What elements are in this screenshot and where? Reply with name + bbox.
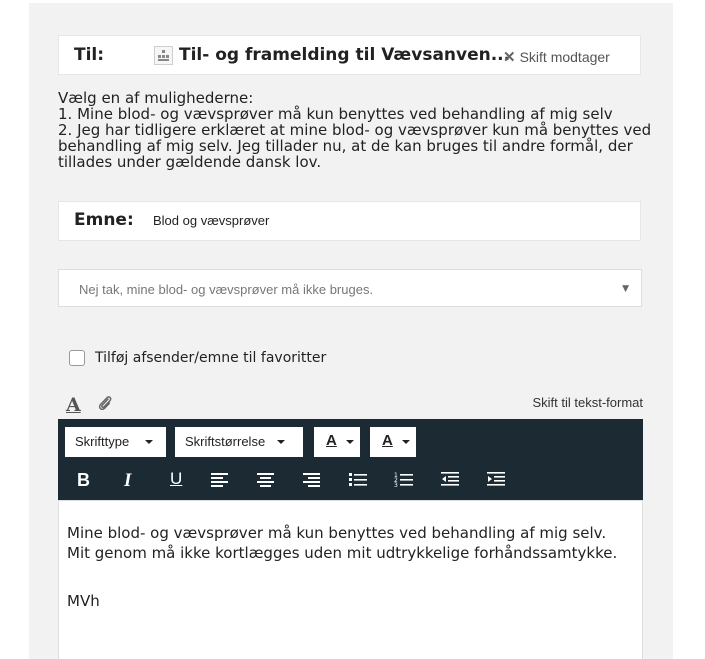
change-recipient-link[interactable]: ✕ Skift modtager	[503, 48, 610, 66]
editor-toolbar: Skrifttype Skriftstørrelse A A B I U 1 2…	[58, 419, 643, 500]
font-size-dropdown[interactable]: Skriftstørrelse	[175, 427, 303, 457]
align-right-button[interactable]	[302, 470, 326, 492]
subject-field[interactable]: Emne: Blod og vævsprøver	[58, 201, 641, 241]
chevron-down-icon: ▼	[622, 284, 629, 294]
font-type-label: Skrifttype	[75, 434, 130, 449]
choice-select[interactable]: Nej tak, mine blod- og vævsprøver må ikk…	[58, 269, 642, 307]
recipient-label: Til:	[74, 45, 105, 65]
caret-down-icon	[402, 440, 410, 444]
message-editor[interactable]: Mine blod- og vævsprøver må kun benyttes…	[58, 500, 643, 659]
text-color-icon: A	[326, 432, 337, 449]
indent-button[interactable]	[486, 470, 510, 492]
favorites-checkbox[interactable]	[69, 350, 85, 366]
instructions-option-1: 1. Mine blod- og vævsprøver må kun benyt…	[58, 105, 613, 123]
text-format-icon[interactable]: A	[66, 394, 81, 416]
outdent-button[interactable]	[440, 470, 464, 492]
font-size-label: Skriftstørrelse	[185, 434, 266, 449]
align-center-icon	[257, 473, 274, 487]
favorites-label: Tilføj afsender/emne til favoritter	[95, 350, 327, 366]
background-color-dropdown[interactable]: A	[370, 427, 416, 457]
organization-icon	[154, 46, 173, 65]
align-right-icon	[303, 473, 320, 487]
bullet-list-button[interactable]	[348, 470, 372, 492]
align-left-icon	[211, 473, 228, 487]
background-color-icon: A	[382, 432, 393, 449]
italic-icon: I	[124, 470, 132, 491]
message-compose-panel: Til: Til- og framelding til Vævsanven...…	[29, 3, 673, 659]
recipient-name: Til- og framelding til Vævsanven...	[179, 45, 511, 65]
align-center-button[interactable]	[256, 470, 280, 492]
numbered-list-button[interactable]: 123	[394, 470, 418, 492]
bold-icon: B	[77, 470, 90, 490]
instructions-text: Vælg en af mulighederne: 1. Mine blod- o…	[58, 90, 658, 170]
align-left-button[interactable]	[210, 470, 234, 492]
underline-button[interactable]: U	[164, 469, 188, 492]
bullet-list-icon	[349, 473, 367, 486]
instructions-option-2: 2. Jeg har tidligere erklæret at mine bl…	[58, 121, 652, 171]
indent-icon	[487, 472, 505, 486]
recipient-field: Til: Til- og framelding til Vævsanven...…	[58, 35, 641, 75]
caret-down-icon	[145, 440, 153, 444]
subject-value[interactable]: Blod og vævsprøver	[153, 213, 269, 228]
numbered-list-icon: 123	[394, 472, 413, 488]
choice-select-value: Nej tak, mine blod- og vævsprøver må ikk…	[79, 282, 374, 297]
italic-button[interactable]: I	[118, 470, 142, 492]
outdent-icon	[441, 472, 459, 486]
subject-label: Emne:	[74, 210, 134, 230]
close-icon: ✕	[503, 49, 516, 66]
switch-text-format-link[interactable]: Skift til tekst-format	[532, 395, 643, 410]
paperclip-icon[interactable]	[97, 394, 113, 412]
message-body-text[interactable]: Mine blod- og vævsprøver må kun benyttes…	[67, 523, 627, 563]
font-type-dropdown[interactable]: Skrifttype	[65, 427, 166, 457]
change-recipient-label: Skift modtager	[519, 49, 610, 65]
bold-button[interactable]: B	[72, 470, 96, 492]
text-color-dropdown[interactable]: A	[314, 427, 360, 457]
underline-icon: U	[170, 469, 183, 488]
svg-text:3: 3	[394, 482, 398, 488]
message-signature[interactable]: MVh	[67, 592, 100, 610]
caret-down-icon	[346, 440, 354, 444]
instructions-intro: Vælg en af mulighederne:	[58, 89, 254, 107]
caret-down-icon	[277, 440, 285, 444]
